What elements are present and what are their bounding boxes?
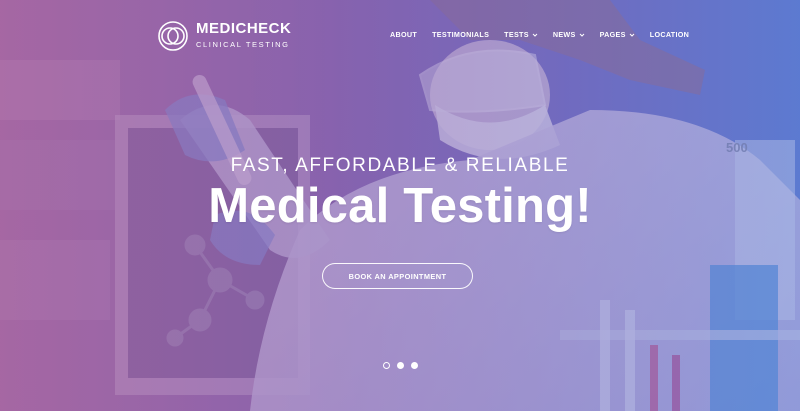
- nav-item-label: PAGES: [599, 30, 626, 39]
- slide-dot-3[interactable]: [411, 362, 418, 369]
- brand-name: MEDICHECK: [196, 20, 292, 37]
- hero-kicker: FAST, AFFORDABLE & RELIABLE: [230, 155, 570, 176]
- slide-dot-2[interactable]: [397, 362, 404, 369]
- slide-dot-1[interactable]: [383, 362, 390, 369]
- logo[interactable]: MEDICHECK CLINICAL TESTING: [157, 20, 291, 52]
- nav-item-location[interactable]: LOCATION: [650, 30, 689, 39]
- logo-icon: [158, 21, 188, 51]
- chevron-down-icon: [629, 33, 635, 37]
- hero-headline: Medical Testing!: [208, 179, 592, 233]
- main-nav: ABOUT TESTIMONIALS TESTS NEWS PAGES LOCA…: [390, 30, 689, 39]
- nav-item-tests[interactable]: TESTS: [504, 30, 538, 39]
- slider-pagination: [383, 362, 418, 369]
- nav-item-about[interactable]: ABOUT: [390, 30, 417, 39]
- nav-item-label: TESTS: [504, 30, 529, 39]
- nav-item-label: TESTIMONIALS: [432, 30, 490, 39]
- site-header: MEDICHECK CLINICAL TESTING ABOUT TESTIMO…: [0, 0, 800, 70]
- nav-item-news[interactable]: NEWS: [553, 30, 585, 39]
- brand-tagline: CLINICAL TESTING: [196, 40, 290, 49]
- chevron-down-icon: [532, 33, 538, 37]
- nav-item-label: ABOUT: [390, 30, 418, 39]
- book-appointment-button[interactable]: BOOK AN APPOINTMENT: [322, 263, 473, 289]
- hero-slider: 500 MEDICHECK CLINICAL TESTING ABOUT: [0, 0, 800, 411]
- nav-item-label: NEWS: [552, 30, 576, 39]
- chevron-down-icon: [579, 33, 584, 37]
- nav-item-pages[interactable]: PAGES: [600, 30, 635, 39]
- nav-item-label: LOCATION: [649, 30, 690, 39]
- nav-item-testimonials[interactable]: TESTIMONIALS: [432, 30, 489, 39]
